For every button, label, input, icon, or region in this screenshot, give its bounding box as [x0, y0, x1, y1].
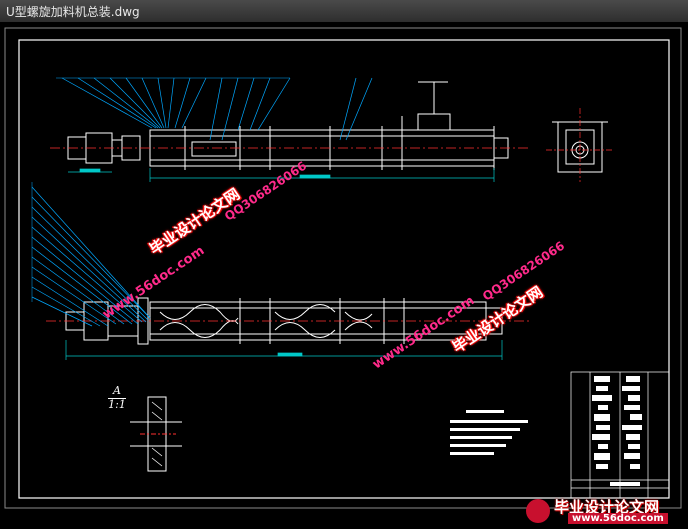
window-titlebar: U型螺旋加料机总装.dwg: [0, 0, 688, 23]
title-block: [570, 371, 670, 499]
logo-badge-icon: [526, 499, 550, 523]
window-title: U型螺旋加料机总装.dwg: [6, 5, 140, 19]
top-view: [67, 81, 509, 170]
drawing-border: [18, 39, 670, 499]
section-a-label: A 1:1: [108, 385, 126, 411]
top-leaders: [56, 77, 373, 141]
front-dimensions: [65, 340, 503, 360]
technical-notes: [450, 410, 528, 455]
section-letter: A: [113, 384, 121, 397]
parts-list-text: [592, 376, 642, 486]
cad-drawing: [4, 27, 682, 509]
site-logo: 毕业设计论文网 www.56doc.com: [524, 496, 684, 526]
drawing-canvas[interactable]: A 1:1 毕业设计论文网 QQ306826066 www.56doc.com …: [0, 22, 688, 529]
section-a-detail: [130, 396, 182, 472]
logo-url: www.56doc.com: [568, 513, 668, 524]
section-scale: 1:1: [108, 398, 126, 411]
